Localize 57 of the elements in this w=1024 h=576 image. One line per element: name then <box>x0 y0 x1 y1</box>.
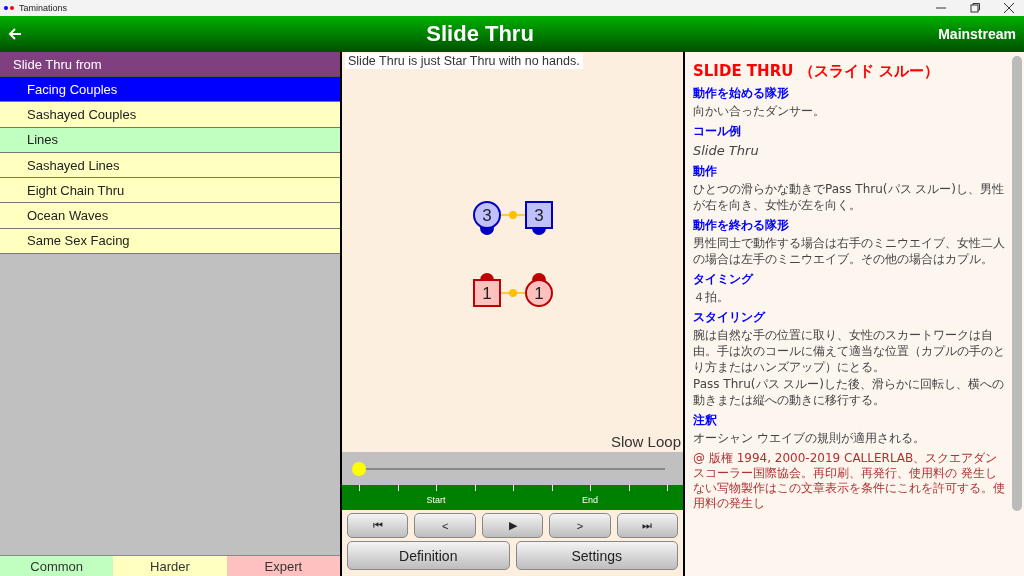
section-heading: タイミング <box>693 271 755 288</box>
app-icon <box>3 5 15 11</box>
tick-mark <box>436 485 437 491</box>
example-text: Slide Thru <box>693 143 760 159</box>
tick-mark <box>513 485 514 491</box>
formation-item[interactable]: Sashayed Lines <box>0 152 340 179</box>
section-heading: 動作を終わる隊形 <box>693 217 790 234</box>
tick-mark <box>397 485 399 491</box>
section-heading: 動作を始める隊形 <box>693 85 790 102</box>
section-text: 向かい合ったダンサー。 <box>693 103 826 119</box>
panel-button[interactable]: Definition <box>347 541 510 570</box>
back-arrow-icon[interactable] <box>8 27 22 41</box>
section-text: ひとつの滑らかな動きでPass Thru(パス スルー)し、男性が右を向き、女性が左を向く。 <box>693 181 1006 213</box>
difficulty-tab[interactable]: Harder <box>113 556 227 576</box>
tick-label: Start <box>426 495 446 505</box>
section-heading: 注釈 <box>693 412 718 429</box>
formation-item[interactable]: Lines <box>0 127 340 153</box>
definition-title: SLIDE THRU （スライド スルー） <box>693 62 940 81</box>
list-header: Slide Thru from <box>0 52 340 77</box>
panel-button[interactable]: Settings <box>515 541 678 570</box>
formation-item[interactable]: Eight Chain Thru <box>0 178 340 204</box>
handhold-line <box>500 289 526 297</box>
section-text: Pass Thru(パス スルー)した後、滑らかに回転し、横への動きまたは縦への動きに移行する。 <box>693 376 1006 408</box>
formation-item[interactable]: Facing Couples <box>0 77 340 103</box>
window-title: Taminations <box>19 3 69 13</box>
tick-mark <box>474 485 476 491</box>
difficulty-tab[interactable]: Common <box>0 556 114 576</box>
section-text: 男性同士で動作する場合は右手のミニウエイブ、女性二人の場合は左手のミニウエイブ。その他の場合はカプル。 <box>693 235 1006 267</box>
tick-mark <box>590 485 591 491</box>
slider-thumb[interactable] <box>352 461 366 476</box>
scrollbar[interactable] <box>1012 56 1022 511</box>
loop-label[interactable]: Slow Loop <box>610 433 681 450</box>
section-text: ４拍。 <box>693 289 730 305</box>
formation-item[interactable]: Same Sex Facing <box>0 228 340 255</box>
tick-mark <box>667 485 668 491</box>
section-heading: コール例 <box>693 123 742 140</box>
playback-button[interactable]: < <box>414 513 476 538</box>
section-text: オーシャン ウエイブの規則が適用される。 <box>693 430 926 446</box>
tick-mark <box>359 485 360 491</box>
call-title: Slide Thru <box>425 21 535 47</box>
playback-button[interactable]: ▶ <box>481 513 544 538</box>
handhold-line <box>500 211 526 219</box>
playback-button[interactable]: ⏮ <box>347 513 409 538</box>
playback-button[interactable]: ⏭ <box>616 513 679 538</box>
level-label[interactable]: Mainstream <box>938 26 1016 42</box>
tick-mark <box>551 485 553 491</box>
section-text: 腕は自然な手の位置に取り、女性のスカートワークは自由。手は次のコールに備えて適当な位置（カプルの手のとり方またはハンズアップ）にとる。 <box>693 327 1006 375</box>
caption-text: Slide Thru is just Star Thru with no hands. <box>345 53 583 69</box>
tick-label: End <box>582 495 598 505</box>
difficulty-tab[interactable]: Expert <box>226 556 340 576</box>
section-heading: 動作 <box>693 163 718 180</box>
section-heading: スタイリング <box>693 309 767 326</box>
formation-item[interactable]: Sashayed Couples <box>0 102 340 128</box>
playback-button[interactable]: > <box>549 513 611 538</box>
formation-item[interactable]: Ocean Waves <box>0 203 340 229</box>
copyright-text: @ 版権 1994, 2000-2019 CALLERLAB、スクエアダンスコーラー国際協会。再印刷、再発行、使用料の 発生しない写物製作はこの文章表示を条件にこれを許可する。使用料の発生し <box>693 451 1006 511</box>
tick-mark <box>628 485 630 491</box>
